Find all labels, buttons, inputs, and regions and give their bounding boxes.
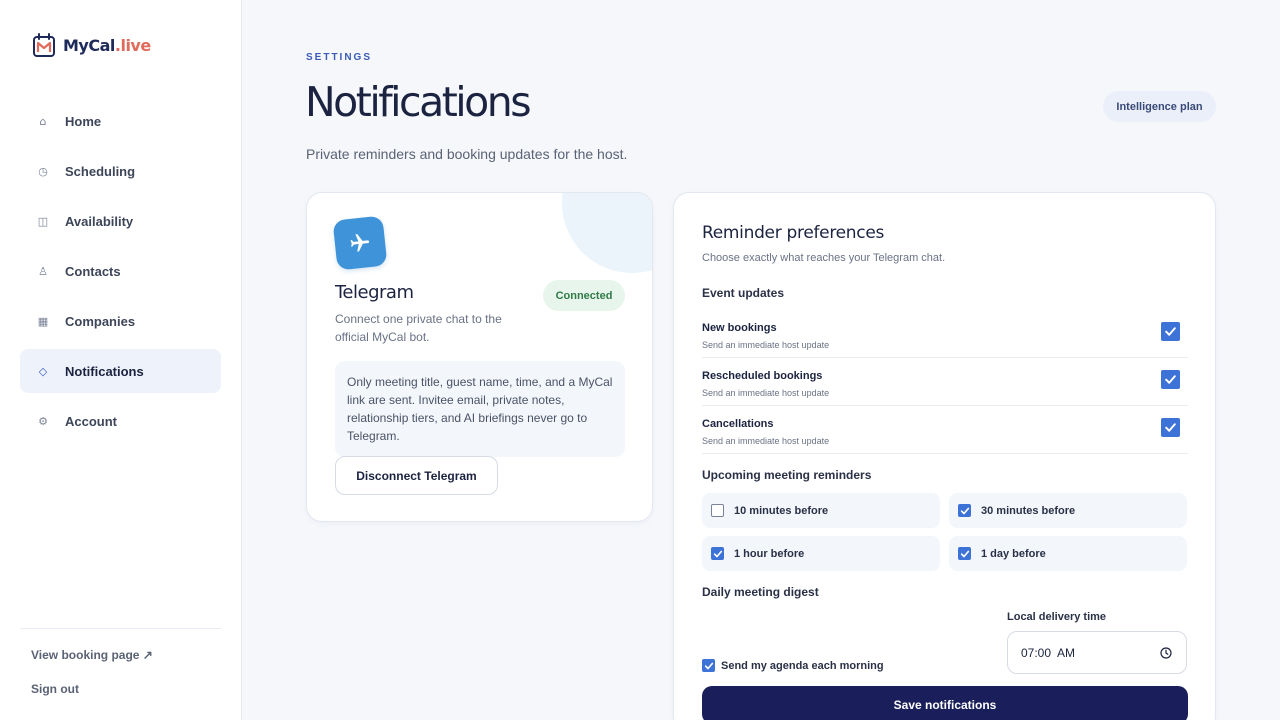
event-name: Rescheduled bookings — [702, 370, 823, 382]
sidebar-item-availability[interactable]: ◫ Availability — [20, 199, 221, 243]
view-booking-page-link[interactable]: View booking page ↗ — [20, 648, 221, 662]
brand-name-main: MyCal — [63, 35, 115, 55]
preferences-subtitle: Choose exactly what reaches your Telegra… — [702, 252, 946, 264]
sidebar-item-home[interactable]: ⌂ Home — [20, 99, 221, 143]
reminder-10-minutes-checkbox[interactable] — [711, 504, 724, 517]
digest-heading: Daily meeting digest — [702, 585, 819, 599]
reminder-option-10-minutes[interactable]: 10 minutes before — [702, 493, 940, 528]
event-hint: Send an immediate host update — [702, 340, 830, 350]
telegram-icon — [332, 215, 388, 271]
delivery-time-value: 07:00 AM — [1021, 645, 1076, 660]
sidebar-item-contacts[interactable]: ♙ Contacts — [20, 249, 221, 293]
calendar-icon: ◫ — [37, 214, 49, 228]
sidebar-item-label: Account — [65, 413, 117, 429]
sidebar-item-label: Companies — [65, 313, 136, 329]
sidebar-item-account[interactable]: ⚙ Account — [20, 399, 221, 443]
brand-logo[interactable]: MyCal.live — [33, 33, 151, 57]
sidebar-footer: View booking page ↗ Sign out — [20, 628, 221, 696]
preferences-title: Reminder preferences — [702, 223, 885, 243]
telegram-description: Connect one private chat to the official… — [335, 312, 502, 344]
reminder-1-day-checkbox[interactable] — [958, 547, 971, 560]
clock-icon: ◷ — [38, 164, 48, 178]
decorative-circle — [562, 193, 652, 273]
privacy-note: Only meeting title, guest name, time, an… — [335, 361, 625, 457]
reminder-preferences-card: Reminder preferences Choose exactly what… — [673, 192, 1216, 720]
telegram-title: Telegram — [335, 282, 414, 303]
home-icon: ⌂ — [39, 114, 47, 128]
reminders-heading: Upcoming meeting reminders — [702, 468, 872, 482]
check-icon — [713, 550, 722, 557]
person-icon: ♙ — [38, 264, 48, 278]
reminder-label: 10 minutes before — [734, 504, 829, 517]
brand-name-accent: .live — [114, 35, 151, 55]
sign-out-link[interactable]: Sign out — [20, 682, 221, 696]
sidebar-item-scheduling[interactable]: ◷ Scheduling — [20, 149, 221, 193]
event-row-rescheduled-bookings: Rescheduled bookings Send an immediate h… — [702, 358, 1188, 406]
bell-icon: ◇ — [38, 364, 48, 378]
sidebar-item-label: Home — [65, 113, 102, 129]
sidebar: MyCal.live ⌂ Home ◷ Scheduling ◫ Availab… — [0, 0, 242, 720]
disconnect-telegram-button[interactable]: Disconnect Telegram — [335, 456, 498, 495]
reminder-option-30-minutes[interactable]: 30 minutes before — [949, 493, 1187, 528]
sidebar-item-label: Scheduling — [65, 163, 136, 179]
gear-icon: ⚙ — [38, 414, 48, 428]
check-icon — [1165, 327, 1176, 336]
check-icon — [1165, 375, 1176, 384]
check-icon — [704, 662, 713, 669]
telegram-card: Telegram Connected Connect one private c… — [306, 192, 653, 522]
page-subtitle: Private reminders and booking updates fo… — [306, 146, 628, 162]
event-row-cancellations: Cancellations Send an immediate host upd… — [702, 406, 1188, 454]
new-bookings-checkbox[interactable] — [1161, 322, 1180, 341]
digest-option[interactable]: Send my agenda each morning — [702, 659, 884, 672]
plan-badge: Intelligence plan — [1103, 91, 1216, 122]
sidebar-item-companies[interactable]: ▦ Companies — [20, 299, 221, 343]
event-hint: Send an immediate host update — [702, 388, 830, 398]
event-updates-heading: Event updates — [702, 286, 785, 300]
reminder-label: 30 minutes before — [981, 504, 1076, 517]
event-name: Cancellations — [702, 418, 774, 430]
reminder-1-hour-checkbox[interactable] — [711, 547, 724, 560]
reminder-30-minutes-checkbox[interactable] — [958, 504, 971, 517]
event-name: New bookings — [702, 322, 777, 334]
event-hint: Send an immediate host update — [702, 436, 830, 446]
reminder-label: 1 day before — [981, 547, 1046, 560]
check-icon — [960, 550, 969, 557]
rescheduled-bookings-checkbox[interactable] — [1161, 370, 1180, 389]
connection-status-badge: Connected — [543, 280, 625, 311]
sidebar-nav: ⌂ Home ◷ Scheduling ◫ Availability ♙ Con… — [20, 99, 221, 449]
sidebar-item-label: Availability — [65, 213, 134, 229]
digest-label: Send my agenda each morning — [721, 659, 884, 672]
brand-name: MyCal.live — [63, 36, 151, 55]
paper-plane-icon — [350, 234, 370, 252]
reminder-option-1-hour[interactable]: 1 hour before — [702, 536, 940, 571]
delivery-time-input[interactable]: 07:00 AM — [1007, 631, 1187, 674]
building-icon: ▦ — [37, 314, 49, 328]
page-title: Notifications — [305, 78, 532, 126]
calendar-logo-icon — [33, 33, 55, 57]
reminder-option-1-day[interactable]: 1 day before — [949, 536, 1187, 571]
delivery-time-label: Local delivery time — [1007, 611, 1107, 623]
check-icon — [960, 507, 969, 514]
event-row-new-bookings: New bookings Send an immediate host upda… — [702, 310, 1188, 358]
cancellations-checkbox[interactable] — [1161, 418, 1180, 437]
check-icon — [1165, 423, 1176, 432]
sidebar-item-notifications[interactable]: ◇ Notifications — [20, 349, 221, 393]
digest-checkbox[interactable] — [702, 659, 715, 672]
sidebar-item-label: Contacts — [65, 263, 121, 279]
save-notifications-button[interactable]: Save notifications — [702, 686, 1188, 720]
reminder-label: 1 hour before — [734, 547, 805, 560]
clock-icon[interactable] — [1160, 647, 1172, 659]
sidebar-item-label: Notifications — [65, 363, 144, 379]
page-eyebrow: SETTINGS — [306, 52, 373, 63]
